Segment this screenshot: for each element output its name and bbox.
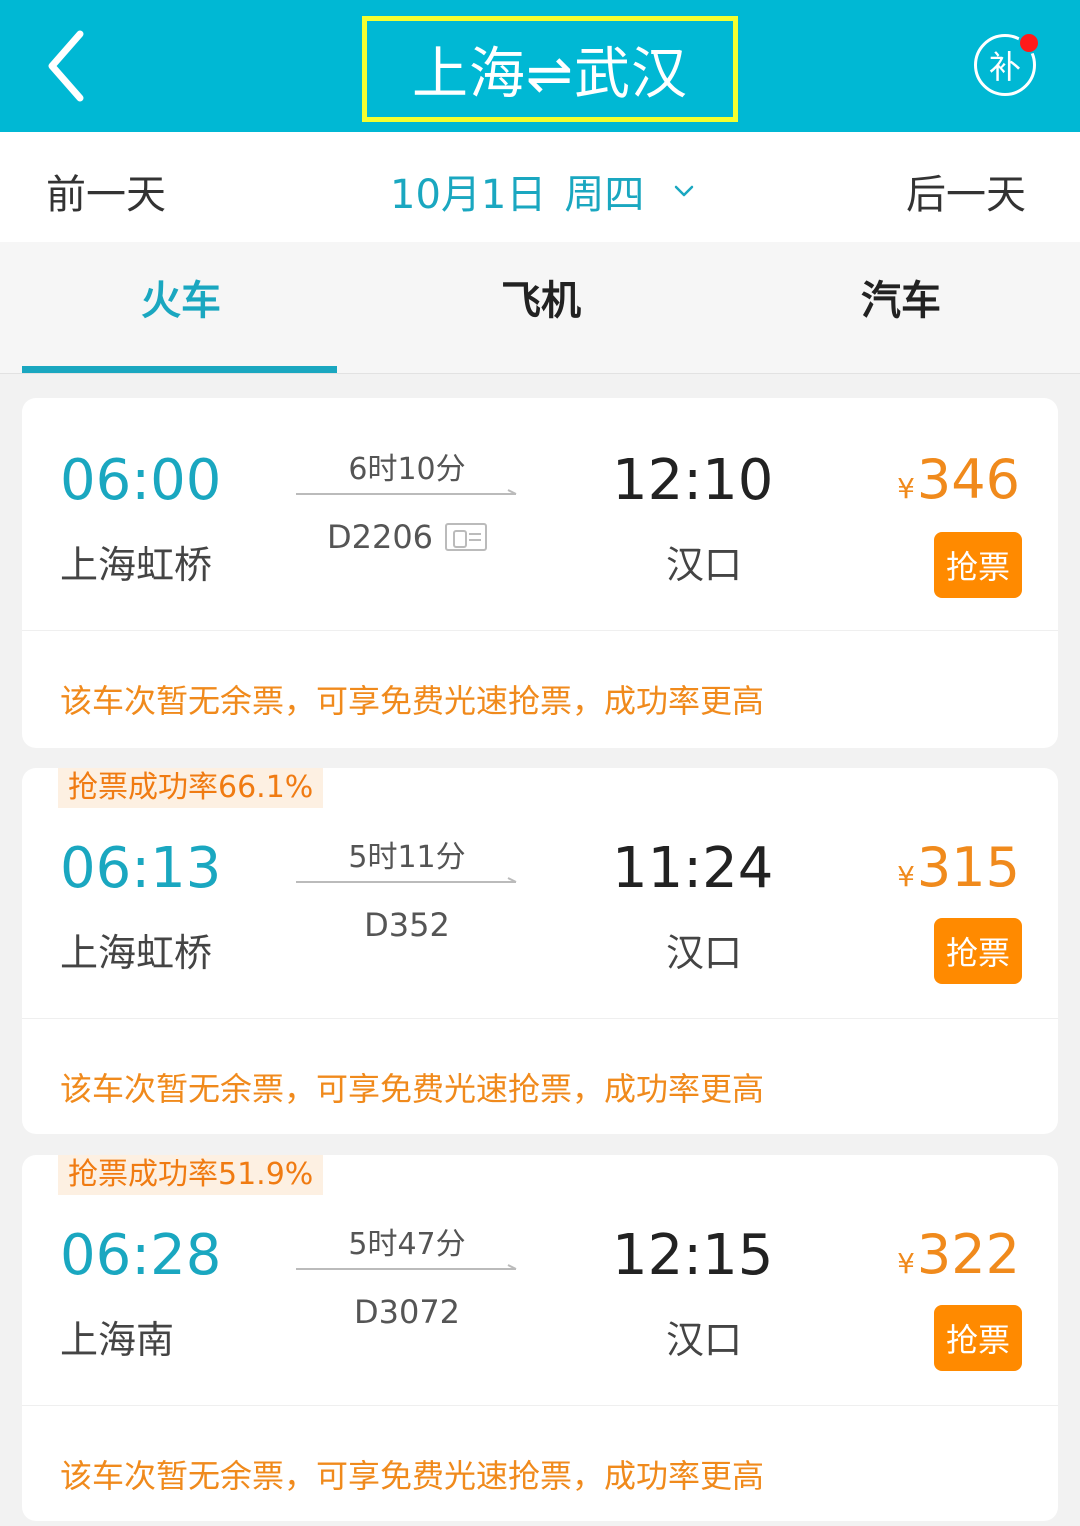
- transport-tabs: 火车 飞机 汽车: [0, 242, 1080, 374]
- price: ¥322: [897, 1223, 1020, 1286]
- route-title: 上海⇌武汉: [412, 41, 688, 107]
- departure-time: 06:13: [60, 836, 222, 901]
- availability-notice: 该车次暂无余票，可享免费光速抢票，成功率更高: [60, 1457, 765, 1495]
- train-number: D3072: [353, 1293, 461, 1331]
- grab-ticket-button[interactable]: 抢票: [934, 1305, 1022, 1371]
- currency-symbol: ¥: [897, 472, 915, 505]
- arrival-time: 11:24: [612, 836, 774, 901]
- back-button[interactable]: [30, 22, 110, 110]
- train-number: D2206: [326, 518, 434, 556]
- success-rate-badge: 抢票成功率66.1%: [58, 768, 324, 808]
- departure-time: 06:28: [60, 1223, 222, 1288]
- direction-arrow-icon: [296, 1264, 517, 1270]
- tab-train[interactable]: 火车: [24, 268, 338, 326]
- arrival-station: 汉口: [665, 1318, 742, 1362]
- price-value: 322: [916, 1223, 1020, 1286]
- card-divider: [22, 1018, 1058, 1019]
- departure-station: 上海虹桥: [60, 931, 213, 975]
- train-card[interactable]: 抢票成功率51.9% 06:28 上海南 5时47分 D3072 12:15 汉…: [22, 1155, 1058, 1521]
- grab-ticket-button[interactable]: 抢票: [934, 532, 1022, 598]
- arrival-station: 汉口: [665, 931, 742, 975]
- train-number-row: D2206: [296, 518, 518, 556]
- date-selector[interactable]: 10月1日 周四: [390, 162, 696, 220]
- availability-notice: 该车次暂无余票，可享免费光速抢票，成功率更高: [60, 1070, 765, 1108]
- prev-day-button[interactable]: 前一天: [46, 162, 166, 220]
- direction-arrow-icon: [296, 877, 517, 883]
- back-chevron-icon: [48, 30, 84, 102]
- id-card-icon: [445, 523, 488, 551]
- grab-ticket-button[interactable]: 抢票: [934, 918, 1022, 984]
- currency-symbol: ¥: [897, 1247, 915, 1280]
- card-divider: [22, 1405, 1058, 1406]
- duration: 5时47分: [348, 1227, 466, 1262]
- departure-station: 上海南: [60, 1318, 175, 1362]
- train-number-row: D352: [296, 906, 518, 944]
- price-value: 315: [916, 836, 1020, 899]
- arrival-time: 12:10: [612, 448, 774, 513]
- train-card[interactable]: 抢票成功率66.1% 06:13 上海虹桥 5时11分 D352 11:24 汉…: [22, 768, 1058, 1134]
- price-value: 346: [916, 448, 1020, 511]
- price: ¥315: [897, 836, 1020, 899]
- success-rate-badge: 抢票成功率51.9%: [58, 1155, 324, 1195]
- availability-notice: 该车次暂无余票，可享免费光速抢票，成功率更高: [60, 682, 765, 720]
- weekday-label: 周四: [564, 172, 645, 218]
- direction-arrow-icon: [296, 489, 517, 495]
- card-divider: [22, 630, 1058, 631]
- departure-station: 上海虹桥: [60, 543, 213, 587]
- top-bar: 上海⇌武汉 补: [0, 0, 1080, 132]
- notification-dot: [1018, 32, 1040, 54]
- duration: 6时10分: [348, 452, 466, 487]
- tab-flight[interactable]: 飞机: [384, 268, 698, 326]
- duration: 5时11分: [348, 840, 466, 875]
- route-title-box[interactable]: 上海⇌武汉: [362, 16, 738, 122]
- date-bar: 前一天 10月1日 周四 后一天: [0, 132, 1080, 242]
- arrival-time: 12:15: [612, 1223, 774, 1288]
- next-day-button[interactable]: 后一天: [906, 162, 1026, 220]
- arrival-station: 汉口: [665, 543, 742, 587]
- train-card[interactable]: 06:00 上海虹桥 6时10分 D2206 12:10 汉口 ¥346 抢票 …: [22, 398, 1058, 748]
- date-label: 10月1日: [390, 172, 547, 218]
- departure-time: 06:00: [60, 448, 222, 513]
- price: ¥346: [897, 448, 1020, 511]
- active-tab-indicator: [22, 366, 337, 373]
- train-number: D352: [364, 906, 450, 944]
- currency-symbol: ¥: [897, 860, 915, 893]
- tab-bus[interactable]: 汽车: [744, 268, 1058, 326]
- chevron-down-icon: [675, 185, 694, 197]
- train-number-row: D3072: [296, 1293, 518, 1331]
